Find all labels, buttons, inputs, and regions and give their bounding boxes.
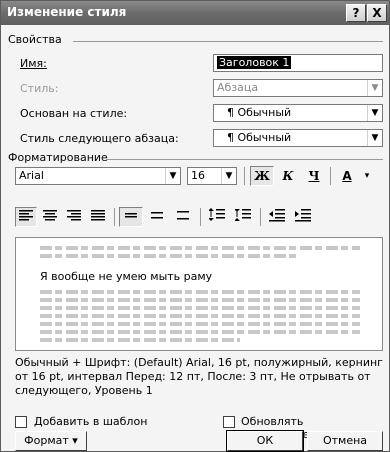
chevron-down-icon: ▼ bbox=[367, 105, 382, 121]
underline-button[interactable]: Ч bbox=[302, 166, 326, 186]
align-center-icon bbox=[43, 210, 57, 221]
preview-filler-line bbox=[40, 314, 360, 318]
font-size-select[interactable]: 16 ▼ bbox=[187, 167, 237, 185]
font-color-button[interactable]: А bbox=[335, 166, 359, 186]
space-after-icon bbox=[234, 209, 251, 221]
chevron-down-icon: ▼ bbox=[367, 130, 382, 146]
font-select[interactable]: Arial ▼ bbox=[15, 167, 181, 185]
dialog-title: Изменение стиля bbox=[7, 5, 127, 19]
preview-filler-line bbox=[40, 330, 360, 334]
decrease-indent-button[interactable] bbox=[265, 207, 289, 227]
style-name-input[interactable]: Заголовок 1 bbox=[213, 54, 383, 72]
add-to-template-checkbox[interactable] bbox=[15, 416, 27, 428]
preview-filler-line bbox=[40, 306, 360, 310]
next-style-select[interactable]: ¶ Обычный ▼ bbox=[213, 129, 383, 147]
align-right-button[interactable] bbox=[63, 207, 85, 227]
double-spacing-icon bbox=[177, 211, 189, 220]
single-spacing-button[interactable] bbox=[119, 207, 143, 227]
one-half-spacing-button[interactable] bbox=[145, 207, 169, 227]
preview-filler-line bbox=[40, 254, 300, 258]
align-right-icon bbox=[67, 210, 81, 221]
modify-style-dialog: Изменение стиля ? X Свойства Имя: Заголо… bbox=[0, 0, 390, 452]
increase-indent-icon bbox=[295, 209, 311, 222]
space-before-icon bbox=[208, 208, 225, 221]
preview-filler-line bbox=[40, 246, 360, 250]
style-type-label: Стиль: bbox=[20, 82, 59, 95]
double-spacing-button[interactable] bbox=[171, 207, 195, 227]
based-on-value: ¶ Обычный bbox=[227, 106, 292, 119]
title-bar: Изменение стиля ? X bbox=[1, 1, 389, 25]
next-style-label: Стиль следующего абзаца: bbox=[20, 132, 179, 145]
close-button[interactable]: X bbox=[367, 4, 387, 22]
font-color-dropdown[interactable]: ▾ bbox=[359, 166, 375, 186]
italic-button[interactable]: К bbox=[276, 166, 300, 186]
align-left-button[interactable] bbox=[15, 207, 37, 227]
auto-update-checkbox[interactable] bbox=[223, 416, 235, 428]
justify-icon bbox=[91, 210, 105, 221]
toolbar-separator bbox=[330, 167, 331, 185]
preview-filler-line bbox=[40, 290, 360, 294]
help-button[interactable]: ? bbox=[346, 4, 366, 22]
style-preview: Я вообще не умею мыть раму bbox=[15, 237, 383, 351]
font-size-value: 16 bbox=[191, 169, 205, 182]
font-value: Arial bbox=[19, 169, 44, 182]
add-to-template-label: Добавить в шаблон bbox=[34, 415, 148, 428]
increase-indent-button[interactable] bbox=[291, 207, 315, 227]
properties-divider bbox=[73, 41, 383, 42]
toolbar-separator bbox=[260, 208, 261, 226]
space-before-increase-button[interactable] bbox=[205, 207, 229, 227]
decrease-indent-icon bbox=[269, 209, 285, 222]
bold-button[interactable]: Ж bbox=[250, 166, 274, 186]
ok-button[interactable]: ОК bbox=[226, 430, 304, 452]
preview-sample-text: Я вообще не умею мыть раму bbox=[40, 270, 213, 283]
formatting-divider bbox=[106, 159, 383, 160]
preview-filler-line bbox=[40, 298, 360, 302]
single-spacing-icon bbox=[125, 213, 137, 218]
next-style-value: ¶ Обычный bbox=[227, 131, 292, 144]
preview-filler-line bbox=[40, 338, 240, 342]
formatting-group-label: Форматирование bbox=[8, 151, 108, 164]
toolbar-separator bbox=[200, 208, 201, 226]
based-on-label: Основан на стиле: bbox=[20, 107, 128, 120]
toolbar-separator bbox=[114, 208, 115, 226]
chevron-down-icon: ▼ bbox=[221, 168, 236, 184]
align-left-icon bbox=[19, 210, 33, 221]
toolbar-separator bbox=[244, 167, 245, 185]
chevron-down-icon: ▼ bbox=[367, 80, 382, 96]
format-menu-button[interactable]: Формат ▾ bbox=[15, 431, 87, 451]
style-name-value: Заголовок 1 bbox=[217, 56, 292, 69]
space-before-decrease-button[interactable] bbox=[231, 207, 255, 227]
style-description: Обычный + Шрифт: (Default) Arial, 16 pt,… bbox=[15, 356, 383, 397]
style-type-select[interactable]: Абзаца ▼ bbox=[213, 79, 383, 97]
based-on-select[interactable]: ¶ Обычный ▼ bbox=[213, 104, 383, 122]
cancel-button[interactable]: Отмена bbox=[307, 431, 383, 451]
align-center-button[interactable] bbox=[39, 207, 61, 227]
style-type-value: Абзаца bbox=[217, 81, 259, 94]
preview-filler-line bbox=[40, 322, 360, 326]
one-half-spacing-icon bbox=[151, 212, 163, 219]
font-color-icon: А bbox=[342, 169, 352, 183]
chevron-down-icon: ▼ bbox=[165, 168, 180, 184]
properties-group-label: Свойства bbox=[8, 33, 62, 46]
chevron-down-icon: ▾ bbox=[364, 171, 370, 181]
justify-button[interactable] bbox=[87, 207, 109, 227]
name-label: Имя: bbox=[20, 57, 47, 70]
